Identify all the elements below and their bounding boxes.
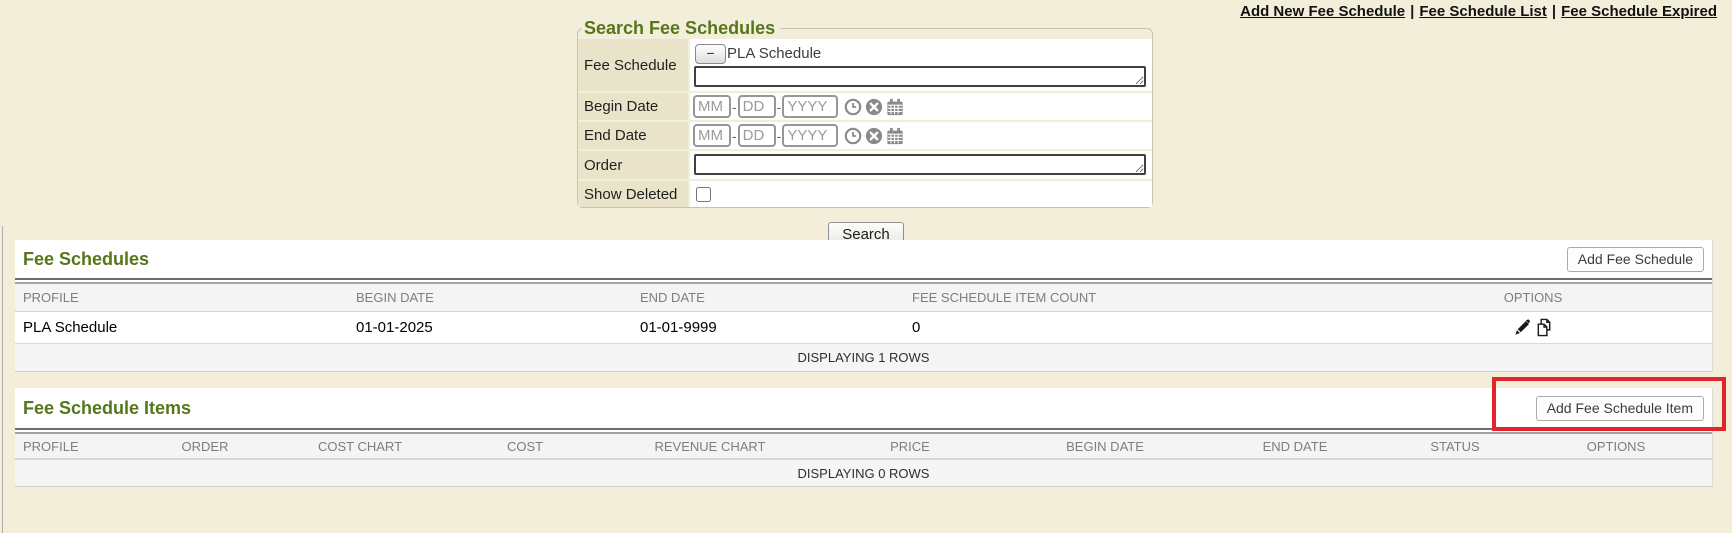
link-add-new-fee-schedule[interactable]: Add New Fee Schedule	[1240, 3, 1405, 20]
clear-icon[interactable]	[865, 98, 883, 116]
begin-date-day-input[interactable]	[738, 95, 776, 118]
cell-options	[1354, 318, 1712, 337]
order-field	[690, 151, 1152, 179]
order-row: Order	[578, 151, 1152, 181]
clear-icon[interactable]	[865, 127, 883, 145]
begin-date-year-input[interactable]	[782, 95, 838, 118]
search-form-title: Search Fee Schedules	[582, 18, 780, 39]
date-separator: -	[732, 128, 737, 144]
calendar-icon[interactable]	[886, 127, 904, 145]
show-deleted-row: Show Deleted	[578, 181, 1152, 207]
end-date-month-input[interactable]	[693, 124, 731, 147]
fee-schedules-title: Fee Schedules	[23, 249, 149, 270]
fee-schedule-label: Fee Schedule	[578, 39, 690, 91]
column-header-cost: COST	[440, 439, 610, 454]
date-separator: -	[732, 99, 737, 115]
fee-schedules-section: Fee Schedules Add Fee Schedule PROFILE B…	[15, 240, 1713, 372]
column-header-price: PRICE	[810, 439, 1010, 454]
column-header-options: OPTIONS	[1520, 439, 1712, 454]
top-nav: Add New Fee Schedule|Fee Schedule List|F…	[1240, 3, 1717, 20]
column-header-status: STATUS	[1390, 439, 1520, 454]
column-header-order: ORDER	[130, 439, 280, 454]
column-header-begin-date: BEGIN DATE	[1010, 439, 1200, 454]
add-fee-schedule-button[interactable]: Add Fee Schedule	[1567, 247, 1704, 272]
clock-icon[interactable]	[844, 98, 862, 116]
fee-schedules-row-count: DISPLAYING 1 ROWS	[15, 343, 1712, 372]
link-fee-schedule-list[interactable]: Fee Schedule List	[1419, 3, 1547, 20]
begin-date-month-input[interactable]	[693, 95, 731, 118]
fee-schedule-items-row-count: DISPLAYING 0 ROWS	[15, 459, 1712, 487]
link-separator: |	[1405, 3, 1419, 20]
date-separator: -	[777, 128, 782, 144]
end-date-row: End Date - -	[578, 122, 1152, 151]
column-header-cost-chart: COST CHART	[280, 439, 440, 454]
begin-date-row: Begin Date - -	[578, 93, 1152, 122]
copy-icon[interactable]	[1535, 318, 1554, 337]
cell-end-date: 01-01-9999	[632, 319, 904, 336]
column-header-profile: PROFILE	[15, 439, 130, 454]
begin-date-label: Begin Date	[578, 93, 690, 120]
order-label: Order	[578, 151, 690, 179]
link-separator: |	[1547, 3, 1561, 20]
fee-schedules-header-row: PROFILE BEGIN DATE END DATE FEE SCHEDULE…	[15, 284, 1712, 312]
column-header-profile: PROFILE	[15, 290, 348, 305]
selected-fee-schedule-value: PLA Schedule	[727, 45, 821, 62]
fee-schedule-items-section: Fee Schedule Items Add Fee Schedule Item…	[15, 388, 1713, 487]
fee-schedule-items-header-row: PROFILE ORDER COST CHART COST REVENUE CH…	[15, 434, 1712, 459]
edit-pencil-icon[interactable]	[1513, 318, 1532, 337]
end-date-label: End Date	[578, 122, 690, 149]
order-input[interactable]	[694, 154, 1146, 175]
fee-schedule-field: − PLA Schedule	[690, 39, 1152, 91]
fee-schedule-input[interactable]	[694, 66, 1146, 87]
cell-profile: PLA Schedule	[15, 319, 348, 336]
column-header-end-date: END DATE	[1200, 439, 1390, 454]
end-date-field: - -	[690, 122, 1152, 149]
column-header-end-date: END DATE	[632, 290, 904, 305]
table-row: PLA Schedule 01-01-2025 01-01-9999 0	[15, 312, 1712, 343]
show-deleted-checkbox[interactable]	[696, 187, 711, 202]
show-deleted-field	[690, 181, 1152, 207]
show-deleted-label: Show Deleted	[578, 181, 690, 207]
cell-item-count: 0	[904, 319, 1354, 336]
end-date-year-input[interactable]	[782, 124, 838, 147]
fee-schedule-items-title: Fee Schedule Items	[23, 398, 191, 419]
calendar-icon[interactable]	[886, 98, 904, 116]
fee-schedule-row: Fee Schedule − PLA Schedule	[578, 39, 1152, 93]
clock-icon[interactable]	[844, 127, 862, 145]
date-separator: -	[777, 99, 782, 115]
column-header-options: OPTIONS	[1354, 290, 1712, 305]
cell-begin-date: 01-01-2025	[348, 319, 632, 336]
left-border-line	[2, 226, 3, 533]
add-fee-schedule-item-button[interactable]: Add Fee Schedule Item	[1536, 396, 1704, 421]
link-fee-schedule-expired[interactable]: Fee Schedule Expired	[1561, 3, 1717, 20]
column-header-item-count: FEE SCHEDULE ITEM COUNT	[904, 290, 1354, 305]
column-header-revenue-chart: REVENUE CHART	[610, 439, 810, 454]
search-fee-schedules-form: Search Fee Schedules Fee Schedule − PLA …	[577, 18, 1153, 208]
begin-date-field: - -	[690, 93, 1152, 120]
end-date-day-input[interactable]	[738, 124, 776, 147]
column-header-begin-date: BEGIN DATE	[348, 290, 632, 305]
collapse-fee-schedule-button[interactable]: −	[695, 44, 726, 64]
